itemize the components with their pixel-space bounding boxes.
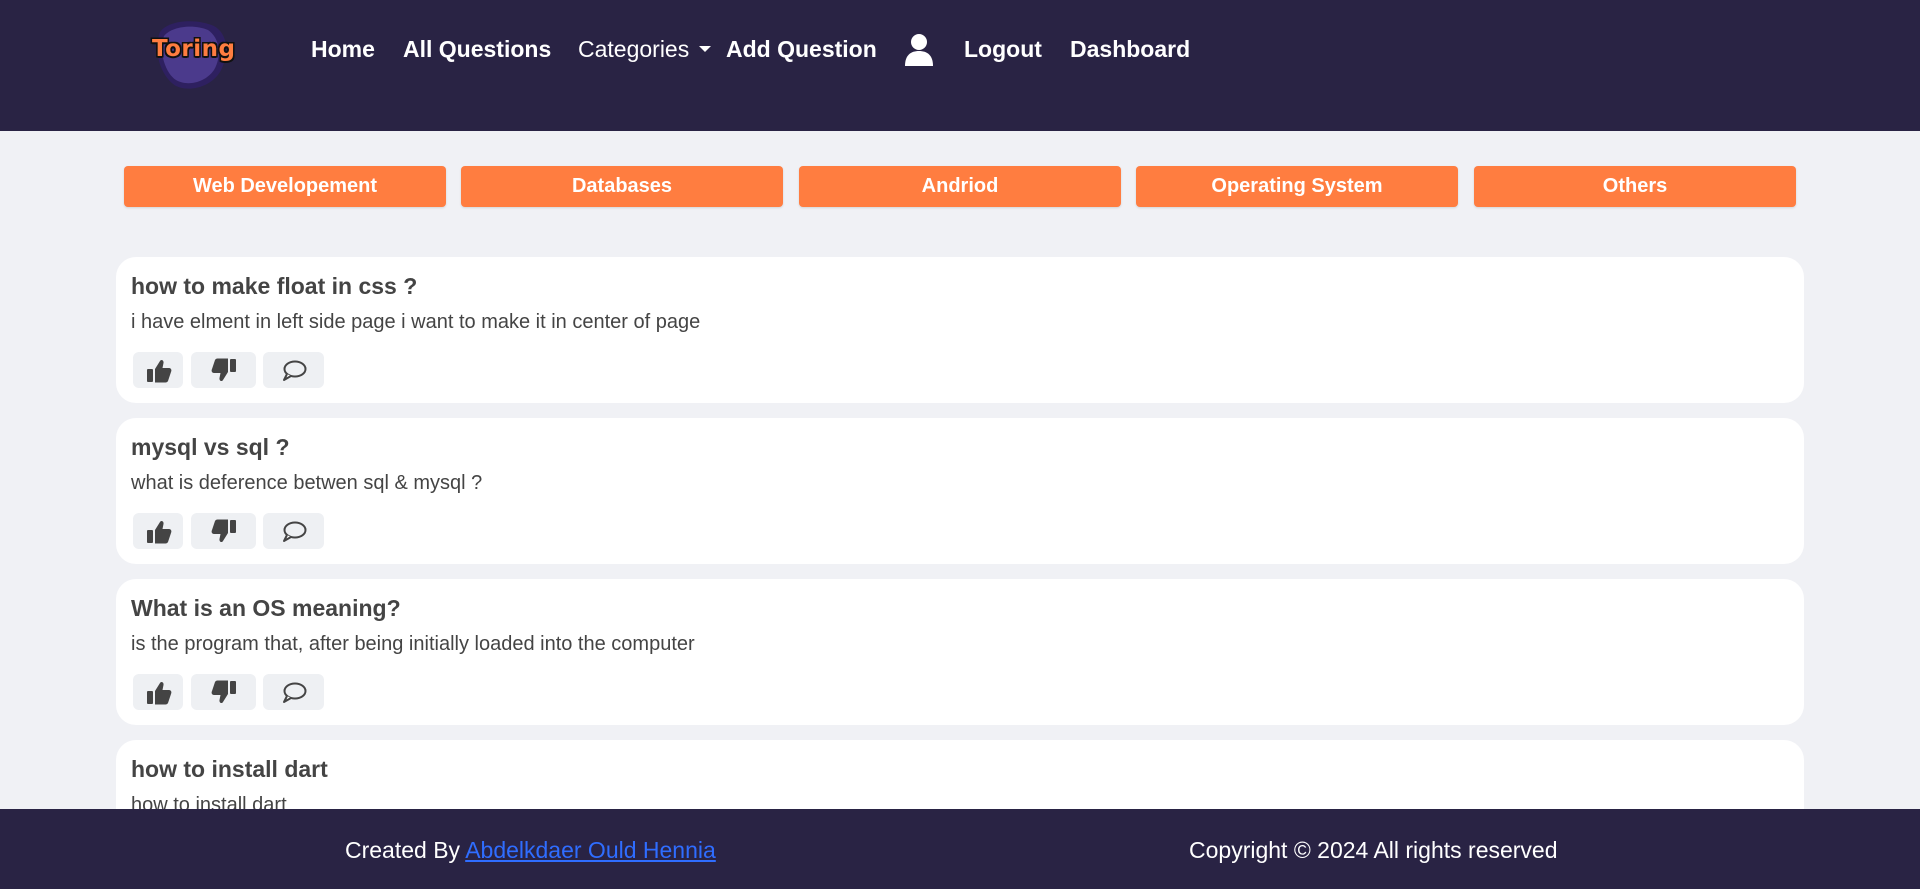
dislike-button[interactable] xyxy=(191,513,256,549)
footer-created-by: Created By xyxy=(345,837,461,863)
nav-home[interactable]: Home xyxy=(311,36,375,63)
thumbs-up-icon xyxy=(147,359,172,383)
thumbs-down-icon xyxy=(211,680,236,704)
nav-categories[interactable]: Categories xyxy=(578,36,689,63)
thumbs-down-icon xyxy=(211,358,236,382)
dislike-button[interactable] xyxy=(191,674,256,710)
like-button[interactable] xyxy=(133,352,183,388)
question-card[interactable]: mysql vs sql ? what is deference betwen … xyxy=(116,418,1804,564)
comment-button[interactable] xyxy=(263,513,324,549)
footer-copyright: Copyright © 2024 All rights reserved xyxy=(1189,837,1558,863)
question-card[interactable]: What is an OS meaning? is the program th… xyxy=(116,579,1804,725)
top-navbar: Toring Home All Questions Categories Add… xyxy=(0,0,1920,131)
thumbs-down-icon xyxy=(211,519,236,543)
question-title[interactable]: how to make float in css ? xyxy=(131,273,417,300)
author-link[interactable]: Abdelkdaer Ould Hennia xyxy=(465,837,716,863)
site-logo[interactable]: Toring xyxy=(146,18,236,93)
logo-text: Toring xyxy=(152,36,236,62)
footer: Created By Abdelkdaer Ould Hennia Copyri… xyxy=(0,809,1920,889)
thumbs-up-icon xyxy=(147,681,172,705)
category-operating-system-button[interactable]: Operating System xyxy=(1136,166,1458,207)
comment-icon xyxy=(283,521,307,542)
like-button[interactable] xyxy=(133,674,183,710)
chevron-down-icon[interactable] xyxy=(699,46,711,52)
nav-logout[interactable]: Logout xyxy=(964,36,1042,63)
footer-credit: Created By Abdelkdaer Ould Hennia xyxy=(345,837,716,864)
question-title[interactable]: mysql vs sql ? xyxy=(131,434,290,461)
comment-button[interactable] xyxy=(263,352,324,388)
question-title[interactable]: What is an OS meaning? xyxy=(131,595,401,622)
user-icon[interactable] xyxy=(903,33,935,67)
comment-button[interactable] xyxy=(263,674,324,710)
comment-icon xyxy=(283,360,307,381)
question-card[interactable]: how to make float in css ? i have elment… xyxy=(116,257,1804,403)
dislike-button[interactable] xyxy=(191,352,256,388)
like-button[interactable] xyxy=(133,513,183,549)
question-body: i have elment in left side page i want t… xyxy=(131,311,701,333)
nav-dashboard[interactable]: Dashboard xyxy=(1070,36,1190,63)
category-web-development-button[interactable]: Web Developement xyxy=(124,166,446,207)
nav-add-question[interactable]: Add Question xyxy=(726,36,877,63)
comment-icon xyxy=(283,682,307,703)
question-title[interactable]: how to install dart xyxy=(131,756,328,783)
category-android-button[interactable]: Andriod xyxy=(799,166,1121,207)
nav-all-questions[interactable]: All Questions xyxy=(403,36,551,63)
category-others-button[interactable]: Others xyxy=(1474,166,1796,207)
thumbs-up-icon xyxy=(147,520,172,544)
question-body: is the program that, after being initial… xyxy=(131,633,695,655)
category-databases-button[interactable]: Databases xyxy=(461,166,783,207)
question-body: what is deference betwen sql & mysql ? xyxy=(131,472,483,494)
